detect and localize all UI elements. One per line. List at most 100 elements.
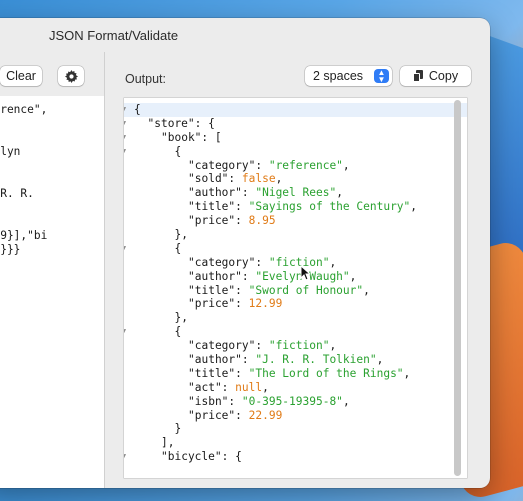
- vertical-scrollbar[interactable]: [454, 100, 461, 476]
- code-text: "author": "J. R. R. Tolkien",: [188, 353, 383, 367]
- code-text: {: [175, 242, 182, 256]
- code-token: "sold":: [188, 172, 242, 186]
- indent-select-value: 2 spaces: [313, 69, 364, 83]
- code-line: "price": 22.99: [124, 409, 467, 423]
- code-token: 22.99: [248, 408, 283, 422]
- code-token: "store": {: [147, 116, 215, 130]
- code-line: ▼{: [124, 145, 467, 159]
- code-token: ,: [262, 380, 269, 394]
- code-text: "sold": false,: [188, 172, 282, 186]
- code-line: "title": "Sword of Honour",: [124, 284, 467, 298]
- fold-toggle-icon[interactable]: ▼: [124, 103, 129, 117]
- input-line: Evelyn: [0, 145, 21, 158]
- indent-select[interactable]: 2 spaces ▲ ▼: [305, 66, 392, 86]
- code-token: {: [174, 241, 182, 255]
- window-title: JSON Format/Validate: [49, 28, 179, 43]
- input-line: [0, 215, 104, 229]
- code-token: "category":: [188, 255, 269, 269]
- code-token: "title":: [188, 200, 249, 214]
- code-token: {: [134, 103, 141, 116]
- code-text: {: [175, 325, 182, 339]
- code-line: ▼ "bicycle": {: [124, 450, 467, 464]
- code-token: ,: [275, 172, 283, 186]
- code-text: "book": [: [161, 131, 222, 145]
- fold-toggle-icon[interactable]: ▼: [124, 450, 129, 464]
- settings-button[interactable]: [58, 66, 84, 86]
- code-token: "fiction": [268, 339, 330, 353]
- pane-divider[interactable]: [104, 52, 105, 488]
- code-token: "reference": [268, 158, 343, 172]
- code-text: "bicycle": {: [161, 450, 242, 464]
- input-line: [0, 159, 104, 173]
- code-text: "category": "reference",: [188, 159, 350, 173]
- code-token: },: [174, 311, 188, 325]
- code-token: "J. R. R. Tolkien": [255, 353, 377, 367]
- code-text: "category": "fiction",: [188, 256, 336, 270]
- code-line: },: [124, 311, 467, 325]
- chevron-updown-icon: ▲ ▼: [374, 69, 389, 84]
- code-token: "The Lord of the Rings": [248, 366, 404, 380]
- code-token: "category":: [188, 339, 269, 353]
- code-text: "title": "Sword of Honour",: [188, 284, 370, 298]
- code-line: },: [124, 228, 467, 242]
- code-text: "isbn": "0-395-19395-8",: [188, 395, 350, 409]
- code-token: ,: [349, 269, 357, 283]
- code-token: "Sword of Honour": [248, 283, 364, 297]
- input-line: e: [0, 201, 104, 215]
- clear-button[interactable]: Clear: [0, 66, 42, 86]
- fold-toggle-icon[interactable]: ▼: [124, 117, 129, 131]
- code-text: "store": {: [148, 117, 215, 131]
- code-line: "author": "Evelyn Waugh",: [124, 270, 467, 284]
- code-token: "price":: [188, 214, 249, 228]
- code-line: "price": 12.99: [124, 297, 467, 311]
- code-line: "title": "The Lord of the Rings",: [124, 367, 467, 381]
- code-line: ▼{: [124, 103, 467, 117]
- code-token: ,: [342, 394, 350, 408]
- fold-toggle-icon[interactable]: ▼: [124, 242, 129, 256]
- code-token: {: [174, 325, 182, 339]
- code-text: "title": "The Lord of the Rings",: [188, 367, 410, 381]
- code-token: "act":: [188, 380, 236, 394]
- code-line: "category": "reference",: [124, 159, 467, 173]
- code-text: },: [175, 311, 188, 325]
- code-token: ,: [336, 186, 343, 200]
- code-token: ,: [410, 200, 418, 214]
- fold-toggle-icon[interactable]: ▼: [124, 145, 129, 159]
- code-token: ,: [376, 353, 384, 367]
- copy-button[interactable]: Copy: [400, 66, 471, 86]
- code-line: ▼ "book": [: [124, 131, 467, 145]
- code-token: "book": [: [161, 130, 222, 144]
- code-token: "price":: [188, 297, 249, 311]
- code-token: false: [241, 172, 276, 186]
- code-line: "author": "Nigel Rees",: [124, 186, 467, 200]
- input-line: [0, 173, 104, 187]
- code-line: "isbn": "0-395-19395-8",: [124, 395, 467, 409]
- code-token: },: [174, 228, 188, 242]
- input-line: 2.99}],"bi: [0, 229, 48, 242]
- output-label: Output:: [125, 72, 166, 86]
- code-text: "category": "fiction",: [188, 339, 336, 353]
- code-text: "act": null,: [188, 381, 269, 395]
- input-line: [0, 117, 104, 131]
- fold-toggle-icon[interactable]: ▼: [124, 131, 129, 145]
- code-line: }: [124, 422, 467, 436]
- input-line: J. R. R.: [0, 187, 34, 200]
- code-token: "Sayings of the Century": [248, 200, 411, 214]
- code-token: ,: [329, 339, 337, 353]
- code-token: "title":: [188, 366, 249, 380]
- input-editor[interactable]: eference", Evelyn J. R. R.e 2.99}],"bi.95}}…: [0, 96, 104, 488]
- fold-toggle-icon[interactable]: ▼: [124, 325, 129, 339]
- code-text: {: [175, 145, 182, 159]
- code-line: "category": "fiction",: [124, 339, 467, 353]
- code-line: ▼{: [124, 325, 467, 339]
- code-token: {: [174, 144, 182, 158]
- code-text: }: [175, 422, 182, 436]
- mouse-cursor-icon: [300, 265, 310, 281]
- code-line: ▼{: [124, 242, 467, 256]
- clipboard-icon: [412, 70, 423, 82]
- input-line: .95}}}: [0, 243, 21, 256]
- code-token: "category":: [188, 158, 269, 172]
- code-token: ,: [403, 366, 411, 380]
- app-window: JSON Format/Validate Clear eference", Eve…: [0, 18, 490, 488]
- output-editor[interactable]: ▼{▼"store": {▼"book": [▼{"category": "re…: [124, 98, 467, 478]
